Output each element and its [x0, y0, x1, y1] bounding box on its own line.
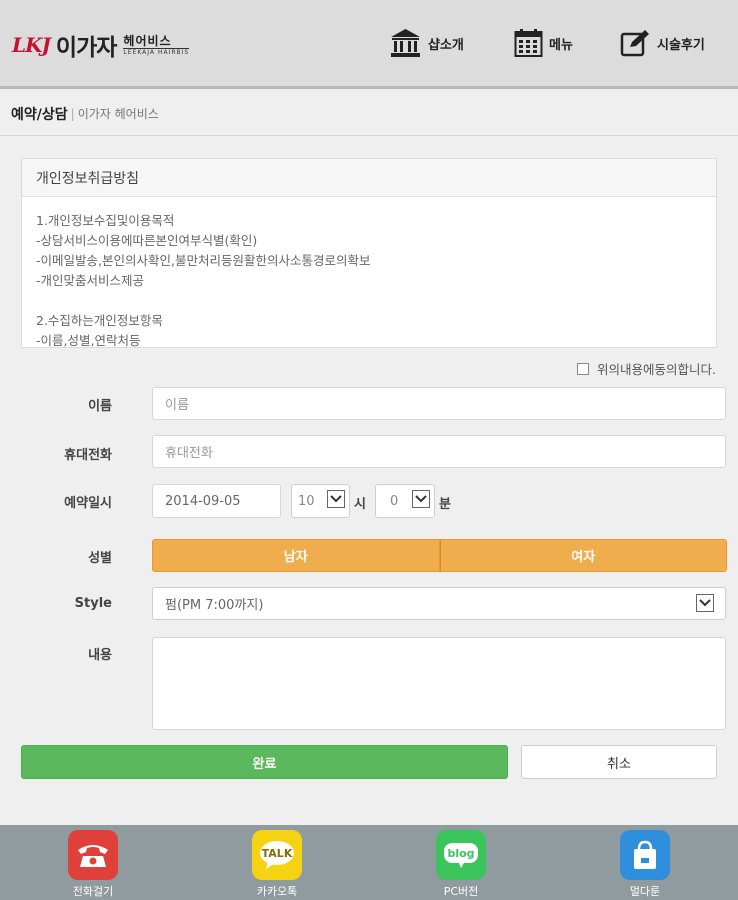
privacy-policy-heading: 개인정보취급방침: [22, 159, 716, 197]
phone-input[interactable]: 휴대전화: [152, 435, 726, 468]
privacy-policy-box[interactable]: 개인정보취급방침 1.개인정보수집및이용목적 -상담서비스이용에따른본인여부식별…: [21, 158, 717, 348]
footer-kakaotalk[interactable]: TALK 카카오톡: [232, 830, 322, 899]
gender-label: 성별: [88, 551, 112, 566]
shopping-bag-icon: [620, 830, 670, 880]
gender-female-button[interactable]: 여자: [439, 539, 727, 572]
nav-menu[interactable]: 메뉴: [514, 26, 573, 60]
calendar-icon: [514, 28, 543, 58]
policy-line: -상담서비스이용에따른본인여부식별(확인): [36, 233, 258, 248]
edit-icon: [620, 29, 651, 57]
bottom-toolbar: 전화걸기 TALK 카카오톡 blog PC버전 멀다룬: [0, 825, 738, 900]
svg-text:TALK: TALK: [262, 847, 293, 860]
policy-line: -개인맞춤서비스제공: [36, 273, 145, 288]
logo-subtitle-english: LEEKAJA HAIRBIS: [123, 48, 190, 56]
building-icon: [389, 28, 422, 58]
chevron-down-icon: [327, 490, 345, 508]
content-textarea[interactable]: [152, 637, 726, 730]
footer-call[interactable]: 전화걸기: [48, 830, 138, 899]
style-selected: 펌(PM 7:00까지): [165, 598, 264, 613]
nav-shop-intro-label: 샵소개: [428, 37, 464, 53]
hour-value: 10: [298, 493, 315, 509]
footer-kakaotalk-label: 카카오톡: [256, 885, 298, 898]
style-label: Style: [74, 596, 112, 611]
date-input[interactable]: 2014-09-05: [152, 484, 281, 518]
agree-checkbox[interactable]: [577, 362, 590, 375]
policy-line: [36, 291, 702, 311]
page-subtitle: 이가자 헤어비스: [77, 107, 159, 121]
minute-select[interactable]: 0: [375, 484, 435, 518]
agree-label: 위의내용에동의합니다.: [597, 362, 716, 377]
hour-unit: 시: [354, 497, 366, 512]
policy-line: 2.수집하는개인정보항목: [36, 313, 163, 328]
phone-icon: [68, 830, 118, 880]
minute-unit: 분: [439, 497, 451, 512]
datetime-label: 예약일시: [64, 496, 112, 511]
policy-line: 1.개인정보수집및이용목적: [36, 213, 175, 228]
footer-call-label: 전화걸기: [72, 885, 114, 898]
footer-pc-version-label: PC버전: [443, 885, 479, 898]
name-input[interactable]: 이름: [152, 387, 726, 420]
phone-label: 휴대전화: [64, 448, 112, 463]
minute-value: 0: [390, 493, 399, 509]
nav-menu-label: 메뉴: [549, 37, 573, 53]
gender-male-button[interactable]: 남자: [152, 539, 440, 572]
content-label: 내용: [88, 648, 112, 663]
footer-shop-label: 멀다룬: [629, 885, 661, 898]
gender-toggle: 남자 여자: [152, 539, 727, 572]
name-label: 이름: [88, 399, 112, 414]
style-select[interactable]: 펌(PM 7:00까지): [152, 587, 726, 620]
app-header: LKJ 이가자 헤어비스 LEEKAJA HAIRBIS 샵소개 메뉴 시술후기: [0, 0, 738, 89]
title-separator: |: [70, 106, 75, 121]
nav-shop-intro[interactable]: 샵소개: [389, 26, 464, 60]
cancel-button[interactable]: 취소: [521, 745, 717, 779]
page-title-bar: 예약/상담 | 이가자 헤어비스: [0, 92, 738, 136]
blog-icon: blog: [436, 830, 486, 880]
agree-checkbox-row[interactable]: 위의내용에동의합니다.: [577, 359, 716, 378]
reservation-form: 개인정보취급방침 1.개인정보수집및이용목적 -상담서비스이용에따른본인여부식별…: [0, 137, 738, 825]
hour-select[interactable]: 10: [291, 484, 350, 518]
chevron-down-icon: [412, 490, 430, 508]
logo-mark: LKJ: [12, 33, 51, 57]
nav-reviews[interactable]: 시술후기: [620, 26, 705, 60]
policy-line: -이메일발송,본인의사확인,불만처리등원활한의사소통경로의확보: [36, 253, 371, 268]
brand-logo[interactable]: LKJ 이가자 헤어비스 LEEKAJA HAIRBIS: [12, 28, 190, 62]
privacy-policy-text[interactable]: 1.개인정보수집및이용목적 -상담서비스이용에따른본인여부식별(확인) -이메일…: [22, 197, 716, 347]
logo-name: 이가자: [55, 35, 117, 61]
logo-subtitle-korean: 헤어비스: [123, 34, 190, 49]
svg-text:blog: blog: [447, 847, 474, 860]
submit-button[interactable]: 완료: [21, 745, 508, 779]
page-title: 예약/상담: [11, 106, 68, 123]
footer-pc-version[interactable]: blog PC버전: [416, 830, 506, 899]
logo-subtitle: 헤어비스 LEEKAJA HAIRBIS: [123, 34, 190, 57]
footer-shop[interactable]: 멀다룬: [600, 830, 690, 899]
nav-reviews-label: 시술후기: [657, 37, 705, 53]
chevron-down-icon: [696, 594, 714, 612]
policy-line: -이름,성별,연락처등: [36, 333, 141, 347]
kakaotalk-icon: TALK: [252, 830, 302, 880]
